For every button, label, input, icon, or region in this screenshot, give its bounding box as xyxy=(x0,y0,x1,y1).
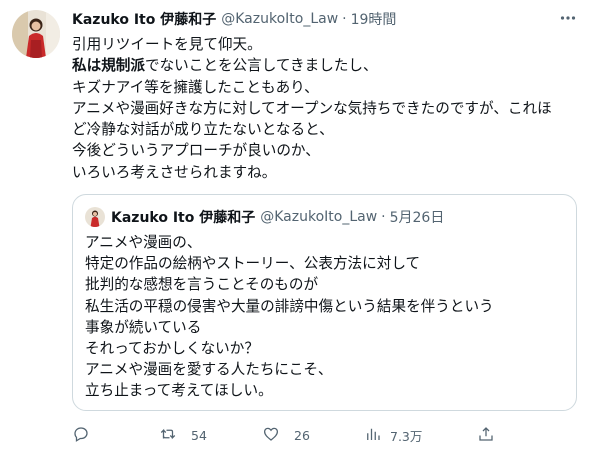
quoted-text-line: 私生活の平穏の侵害や大量の誹謗中傷という結果を伴うという xyxy=(85,297,494,315)
share-button[interactable] xyxy=(477,424,495,446)
quoted-author-avatar xyxy=(85,207,105,227)
quoted-tweet-header: Kazuko Ito 伊藤和子 @KazukoIto_Law · 5月26日 xyxy=(85,207,444,227)
views-icon xyxy=(364,425,382,446)
retweet-button[interactable]: 54 xyxy=(159,424,207,446)
quoted-tweet-date: 5月26日 xyxy=(389,210,445,226)
share-icon xyxy=(477,425,495,446)
quoted-tweet-text: アニメや漫画の、 特定の作品の絵柄やストーリー、公表方法に対して 批判的な感想を… xyxy=(85,232,494,402)
tweet-header: Kazuko Ito 伊藤和子 @KazukoIto_Law · 19時間 xyxy=(72,8,584,30)
tweet-actions: 54 26 7.3万 xyxy=(72,424,502,446)
like-button[interactable]: 26 xyxy=(262,424,310,446)
more-options-icon[interactable] xyxy=(558,8,578,28)
reply-icon xyxy=(72,425,90,446)
quoted-text-line: アニメや漫画の、 xyxy=(85,234,202,251)
tweet-text-line: ど冷静な対話が成り立たないとなると、 xyxy=(72,121,334,139)
tweet-text-line: いろいろ考えさせられますね。 xyxy=(72,163,277,181)
views-count: 7.3万 xyxy=(390,428,423,444)
quoted-text-line: 特定の作品の絵柄やストーリー、公表方法に対して xyxy=(85,255,421,273)
tweet-text-line: 引用リツイートを見て仰天。 xyxy=(72,36,262,53)
quoted-text-line: それっておかしくないか？ xyxy=(85,340,259,358)
quoted-header-separator: · xyxy=(381,209,386,225)
quoted-text-line: 批判的な感想を言うことそのものが xyxy=(85,276,319,294)
like-icon xyxy=(262,425,280,446)
author-avatar[interactable] xyxy=(12,10,60,58)
quoted-author-name: Kazuko Ito 伊藤和子 xyxy=(111,210,256,226)
author-handle[interactable]: @KazukoIto_Law xyxy=(221,11,338,27)
quoted-text-line: 事象が続いている xyxy=(85,318,202,336)
retweet-icon xyxy=(159,425,177,446)
tweet[interactable]: Kazuko Ito 伊藤和子 @KazukoIto_Law · 19時間 引用… xyxy=(0,0,592,459)
emphasized-text: 私は規制派 xyxy=(72,57,145,75)
tweet-text-line: キズナアイ等を擁護したこともあり、 xyxy=(72,78,319,96)
header-separator: · xyxy=(342,11,347,27)
quoted-text-line: アニメや漫画を愛する人たちにこそ、 xyxy=(85,361,333,379)
tweet-text-line: アニメや漫画好きな方に対してオープンな気持ちできたのですが、これほ xyxy=(72,99,552,117)
tweet-text: 引用リツイートを見て仰天。 私は規制派でないことを公言してきましたし、 キズナア… xyxy=(72,34,584,183)
tweet-text-line: 私は規制派でないことを公言してきましたし、 xyxy=(72,57,378,75)
views-button[interactable]: 7.3万 xyxy=(364,424,422,446)
quoted-author-handle: @KazukoIto_Law xyxy=(260,209,378,225)
retweet-count: 54 xyxy=(191,427,207,443)
like-count: 26 xyxy=(294,427,310,443)
tweet-text-line: 今後どういうアプローチが良いのか、 xyxy=(72,142,320,160)
quoted-text-line: 立ち止まって考えてほしい。 xyxy=(85,382,273,400)
author-name[interactable]: Kazuko Ito 伊藤和子 xyxy=(72,9,216,29)
tweet-time[interactable]: 19時間 xyxy=(351,9,397,29)
quoted-tweet[interactable]: Kazuko Ito 伊藤和子 @KazukoIto_Law · 5月26日 ア… xyxy=(72,194,577,411)
reply-button[interactable] xyxy=(72,424,104,446)
tweet-content: Kazuko Ito 伊藤和子 @KazukoIto_Law · 19時間 引用… xyxy=(72,8,584,183)
